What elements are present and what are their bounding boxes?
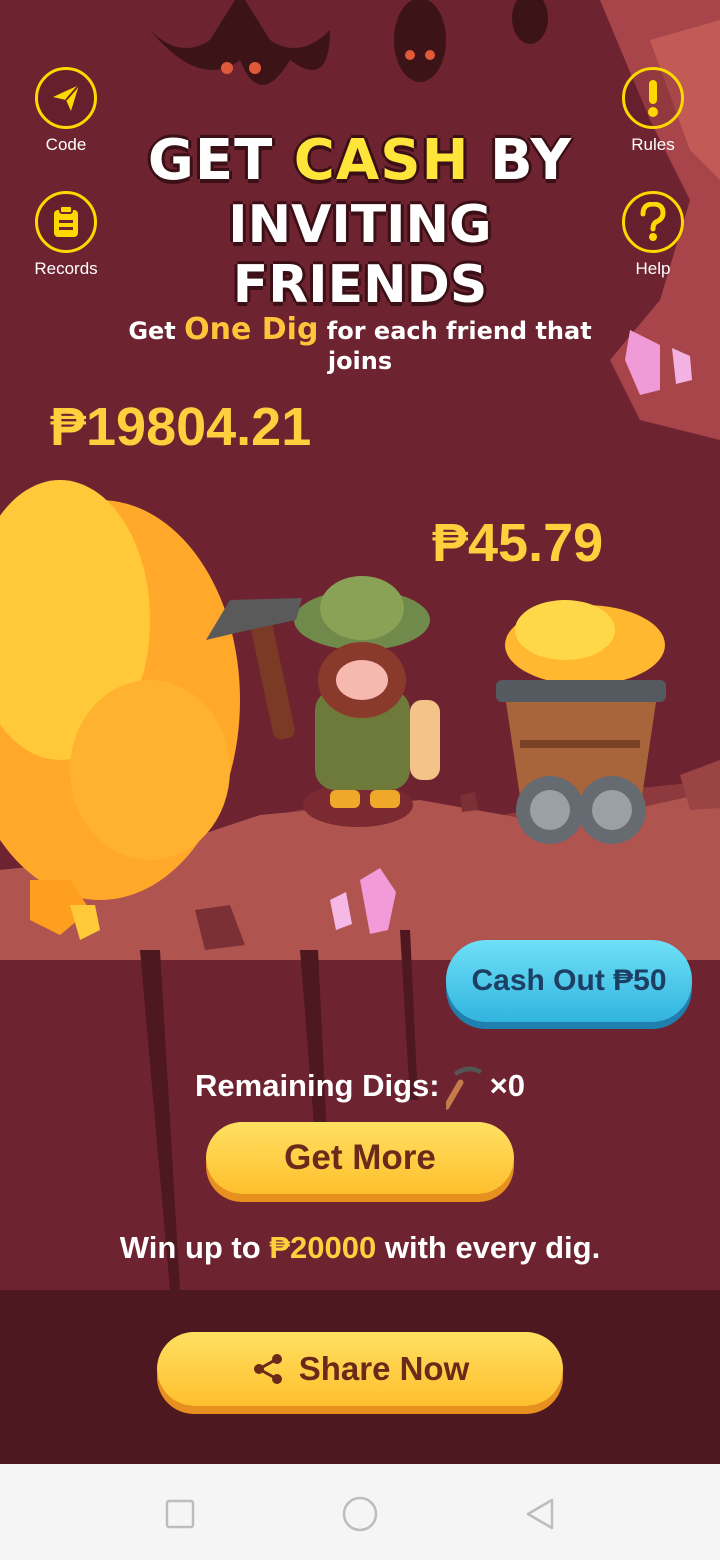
help-circle [622, 191, 684, 253]
recents-button[interactable] [160, 1494, 200, 1534]
bat-icon [150, 0, 330, 85]
share-now-button[interactable]: Share Now [157, 1332, 563, 1406]
records-button[interactable]: Records [21, 191, 111, 279]
clipboard-icon [54, 205, 78, 237]
remaining-digs: Remaining Digs: ×0 [0, 1062, 720, 1110]
headline-line-1: GET CASH BY [130, 128, 590, 193]
bat-icon [512, 0, 548, 44]
share-now-label: Share Now [298, 1350, 470, 1387]
bat-icon [394, 0, 446, 82]
win-info: Win up to ₱20000 with every dig. [0, 1230, 720, 1266]
back-triangle-icon [526, 1498, 554, 1530]
win-amount: ₱20000 [269, 1230, 377, 1265]
records-circle [35, 191, 97, 253]
exclamation-icon [648, 80, 658, 117]
subline-pre: Get [128, 317, 176, 345]
win-pre: Win up to [119, 1230, 261, 1265]
code-button[interactable]: Code [21, 67, 111, 155]
question-icon [640, 202, 666, 241]
system-navigation-bar [0, 1464, 720, 1560]
cash-out-button[interactable]: Cash Out ₱50 [446, 940, 692, 1022]
total-balance: ₱19804.21 [50, 397, 312, 457]
rules-circle [622, 67, 684, 129]
square-icon [165, 1499, 195, 1529]
code-label: Code [45, 135, 87, 154]
rules-label: Rules [631, 135, 675, 154]
help-button[interactable]: Help [608, 191, 698, 279]
cart-amount: ₱45.79 [432, 513, 604, 573]
promo-subline: Get One Dig for each friend that joins [100, 312, 620, 375]
share-icon [253, 1354, 282, 1384]
subline-highlight: One Dig [184, 312, 319, 347]
circle-icon [342, 1496, 378, 1532]
game-scene: Code Records Rules Help GET CASH BY INVI… [0, 0, 720, 1290]
headline-by: BY [489, 128, 573, 193]
help-label: Help [635, 259, 671, 278]
headline-get: GET [147, 128, 274, 193]
subline-post: for each friend that joins [326, 317, 592, 375]
home-button[interactable] [340, 1494, 380, 1534]
remaining-digs-count: ×0 [489, 1068, 525, 1103]
remaining-digs-label: Remaining Digs: [195, 1068, 440, 1103]
get-more-button[interactable]: Get More [206, 1122, 514, 1194]
win-post: with every dig. [384, 1230, 601, 1265]
headline-line-2: INVITING FRIENDS [228, 195, 492, 315]
paper-plane-icon [53, 84, 80, 111]
code-circle [35, 67, 97, 129]
miner-character [206, 576, 440, 827]
pickaxe-icon [445, 1066, 482, 1110]
back-button[interactable] [520, 1494, 560, 1534]
promo-headline: GET CASH BY INVITING FRIENDS [130, 128, 590, 315]
records-label: Records [34, 259, 98, 278]
mine-cart [496, 600, 666, 844]
headline-cash: CASH [293, 128, 470, 193]
rules-button[interactable]: Rules [608, 67, 698, 155]
